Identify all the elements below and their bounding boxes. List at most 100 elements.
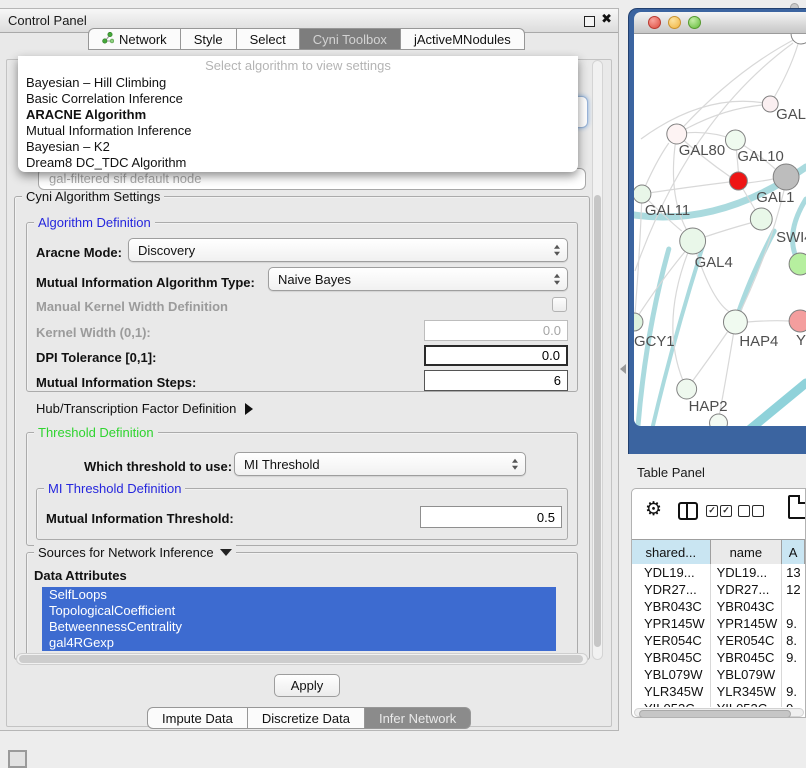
kernel-width-label: Kernel Width (0,1): — [36, 325, 151, 340]
network-canvas[interactable]: GALGAL80GAL10GAL1GAL11SWI4GAL4GCY1HAP4YH… — [634, 34, 806, 426]
table-cell: YPR145W — [711, 615, 783, 632]
table-row[interactable]: YBR045CYBR045C9. — [632, 649, 805, 666]
apply-button[interactable]: Apply — [274, 674, 340, 697]
dpi-tolerance-field[interactable] — [424, 345, 568, 366]
tab-cyni-toolbox[interactable]: Cyni Toolbox — [300, 28, 401, 50]
aracne-mode-combo[interactable]: Discovery — [128, 238, 568, 262]
tab-infer-network[interactable]: Infer Network — [365, 707, 471, 729]
scrollbar-thumb[interactable] — [594, 195, 601, 647]
network-view-window: GALGAL80GAL10GAL1GAL11SWI4GAL4GCY1HAP4YH… — [628, 8, 806, 454]
network-edge[interactable] — [747, 179, 773, 183]
network-node-swi4[interactable] — [750, 208, 772, 230]
network-edge[interactable] — [642, 182, 729, 194]
file-icon[interactable] — [788, 495, 806, 519]
data-attributes-list[interactable]: SelfLoopsTopologicalCoefficientBetweenne… — [42, 587, 556, 651]
deselect-all-icon[interactable] — [752, 505, 764, 517]
attribute-item-betweennesscentrality[interactable]: BetweennessCentrality — [42, 619, 556, 635]
table-row[interactable]: YER054CYER054C8. — [632, 632, 805, 649]
network-node[interactable] — [791, 34, 806, 44]
manual-kernel-width-checkbox[interactable] — [552, 297, 567, 312]
network-node-y[interactable] — [789, 310, 806, 332]
tab-discretize-data[interactable]: Discretize Data — [248, 707, 365, 729]
algorithm-dropdown: Select algorithm to view settings Bayesi… — [18, 56, 578, 172]
table-row[interactable]: YDL19...YDL19...13 — [632, 564, 805, 581]
algorithm-option-mutual-information-inference[interactable]: Mutual Information Inference — [18, 123, 578, 139]
table-row[interactable]: YIL052CYIL052C9. — [632, 700, 805, 707]
table-row[interactable]: YLR345WYLR345W9. — [632, 683, 805, 700]
settings-vertical-scrollbar[interactable] — [592, 60, 603, 660]
deselect-all-icon[interactable] — [738, 505, 750, 517]
expand-arrow-icon — [245, 403, 253, 415]
sources-title[interactable]: Sources for Network Inference — [34, 545, 236, 560]
close-window-icon[interactable] — [648, 16, 661, 29]
algorithm-option-bayesian-hill-climbing[interactable]: Bayesian – Hill Climbing — [18, 75, 578, 91]
table-row[interactable]: YBL079WYBL079W — [632, 666, 805, 683]
algorithm-option-aracne-algorithm[interactable]: ARACNE Algorithm — [18, 107, 578, 123]
select-all-icon[interactable]: ✓ — [706, 505, 718, 517]
network-node[interactable] — [789, 253, 806, 275]
algorithm-option-basic-correlation-inference[interactable]: Basic Correlation Inference — [18, 91, 578, 107]
attribute-item-selfloops[interactable]: SelfLoops — [42, 587, 556, 603]
algorithm-option-bayesian-k2[interactable]: Bayesian – K2 — [18, 139, 578, 155]
column-header-a[interactable]: A — [782, 540, 805, 564]
table-cell: YBL079W — [711, 666, 783, 683]
table-horizontal-scrollbar[interactable] — [634, 708, 804, 717]
table-row[interactable]: YDR27...YDR27...12 — [632, 581, 805, 598]
network-node-hap4[interactable] — [723, 310, 747, 334]
tab-jactivemnodules[interactable]: jActiveMNodules — [401, 28, 525, 50]
tab-label: Cyni Toolbox — [313, 32, 387, 47]
splitter-collapse-icon[interactable] — [620, 364, 626, 374]
combo-stepper-icon — [512, 459, 518, 470]
dropdown-prompt: Select algorithm to view settings — [18, 56, 578, 75]
tab-select[interactable]: Select — [237, 28, 300, 50]
table-row[interactable]: YBR043CYBR043C — [632, 598, 805, 615]
combo-value: Naive Bayes — [278, 272, 351, 287]
network-edge[interactable] — [770, 44, 798, 104]
network-edge[interactable] — [687, 332, 728, 389]
network-node-gal11[interactable] — [634, 185, 651, 203]
mi-threshold-definition-title: MI Threshold Definition — [44, 481, 185, 496]
node-label: GAL1 — [756, 189, 794, 206]
network-node-gcy1[interactable] — [634, 313, 643, 331]
tab-impute-data[interactable]: Impute Data — [147, 707, 248, 729]
select-all-icon[interactable]: ✓ — [720, 505, 732, 517]
network-edge[interactable] — [750, 383, 806, 426]
attribute-item-gal4rgexp[interactable]: gal4RGexp — [42, 635, 556, 651]
table-panel-title: Table Panel — [637, 465, 705, 480]
network-node[interactable] — [773, 164, 799, 190]
hub-definition-expander[interactable]: Hub/Transcription Factor Definition — [36, 401, 253, 416]
column-header-shared-[interactable]: shared... — [632, 540, 711, 564]
table-cell: YDR27... — [632, 581, 711, 598]
network-edge[interactable] — [705, 223, 751, 237]
column-header-name[interactable]: name — [711, 540, 783, 564]
collapsed-panel-icon[interactable] — [8, 750, 27, 768]
network-edge[interactable] — [747, 321, 789, 322]
close-icon[interactable]: ✖ — [601, 12, 612, 27]
which-threshold-combo[interactable]: MI Threshold — [234, 452, 526, 476]
minimize-window-icon[interactable] — [668, 16, 681, 29]
mi-algorithm-type-combo[interactable]: Naive Bayes — [268, 267, 568, 291]
network-node[interactable] — [710, 414, 728, 426]
split-columns-icon[interactable] — [678, 502, 698, 520]
table-cell: 13 — [782, 564, 805, 581]
network-node-gal1[interactable] — [729, 172, 747, 190]
tab-label: jActiveMNodules — [414, 32, 511, 47]
tab-network[interactable]: Network — [88, 28, 181, 50]
mi-threshold-field[interactable] — [420, 506, 562, 528]
kernel-width-field[interactable] — [424, 320, 568, 341]
network-window-titlebar[interactable] — [634, 12, 806, 34]
settings-horizontal-scrollbar[interactable] — [16, 653, 588, 665]
gear-icon[interactable]: ⚙ — [645, 498, 662, 520]
attribute-item-topologicalcoefficient[interactable]: TopologicalCoefficient — [42, 603, 556, 619]
table-row[interactable]: YPR145WYPR145W9. — [632, 615, 805, 632]
network-node-hap2[interactable] — [677, 379, 697, 399]
float-panel-icon[interactable] — [584, 16, 595, 27]
table-cell — [782, 666, 805, 683]
mi-steps-field[interactable] — [424, 370, 568, 391]
zoom-window-icon[interactable] — [688, 16, 701, 29]
tab-style[interactable]: Style — [181, 28, 237, 50]
algorithm-option-dream8-dc-tdc-algorithm[interactable]: Dream8 DC_TDC Algorithm — [18, 155, 578, 171]
scrollbar-thumb[interactable] — [639, 710, 791, 719]
scrollbar-thumb[interactable] — [19, 655, 583, 663]
network-node-gal4[interactable] — [680, 228, 706, 254]
